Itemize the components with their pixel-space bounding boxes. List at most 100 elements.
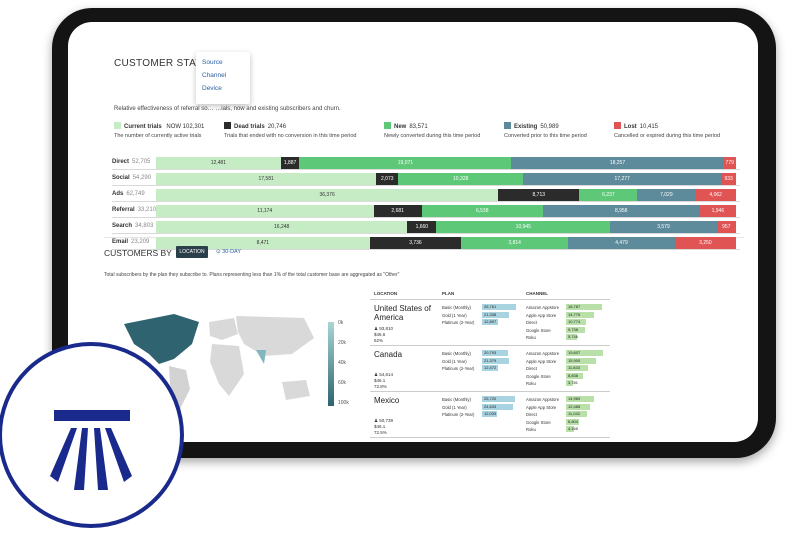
country-stat: 72.8% [374,384,387,389]
legend-item: Dead trials 20,746 [224,122,286,130]
channel-bar: 19,607 [566,350,604,356]
channel-item: Direct 11,833 [526,365,606,373]
logo-bar [54,410,130,421]
plan-item: Platinum (2-Year) 12,033 [442,411,522,419]
bar-segment-new[interactable]: 3,814 [461,237,569,249]
row-label: Ads 62,749 [112,191,145,197]
bar-segment-dead[interactable]: 8,713 [498,189,580,201]
bar-segment-exist[interactable]: 17,277 [523,173,722,185]
plan-bar: 20,793 [482,350,509,356]
plan-label: Basic (Monthly) [442,351,471,356]
bar-segment-new[interactable]: 10,945 [436,221,611,233]
bar-segment-exist[interactable]: 3,579 [610,221,717,233]
bar-segment-trial[interactable]: 36,376 [156,189,499,201]
plan-label: Gold (1 Year) [442,358,467,364]
europe-shape [209,318,238,340]
bar-segment-exist[interactable]: 18,257 [511,157,724,169]
bar-segment-exist[interactable]: 8,958 [542,205,700,217]
country-name: Mexico [374,396,400,405]
channel-label: Amazon Appstore [526,397,560,402]
bar-segment-lost[interactable]: 779 [723,157,736,169]
country-stat: 62% [374,338,384,343]
legend-value: 20,746 [267,124,287,130]
country-row[interactable]: Mexico ♟ 50,739 $46.1 72.5% Basic (Monthly) 2… [370,392,610,438]
legend-item: Lost 10,415 [614,122,658,130]
channel-label: Roku [526,335,536,340]
bar-segment-lost[interactable]: 1,946 [699,205,736,217]
channel-item: Apple App Store 14,776 [526,311,606,320]
section-title: CUSTOMERS BY [104,248,172,258]
channel-list: Amazon Appstore 19,607 Apple App Store 15,9… [526,350,606,388]
status-legend: Current trials NOW 102,301 The number of … [114,122,734,146]
channel-bar: 10,774 [566,319,587,325]
channel-list: Amazon Appstore 18,787 Apple App Store 14,7… [526,304,606,342]
legend-swatch [224,122,231,129]
bar-segment-dead[interactable]: 3,736 [369,237,462,249]
channel-item: Google Store 6,804 [526,418,606,427]
status-row[interactable]: Social 54,290 17,581 2,073 10,328 17,277 933 [112,172,740,186]
status-row[interactable]: Ads 62,749 36,376 8,713 6,237 7,029 4,062 [112,188,740,202]
channel-label: Roku [526,381,536,386]
channel-label: Google Store [526,373,551,379]
bar-segment-lost[interactable]: 3,250 [674,237,736,249]
channel-bar: 11,042 [566,411,587,417]
header-channel: CHANNEL [526,291,548,296]
bar-segment-exist[interactable]: 4,479 [568,237,675,249]
plan-label: Basic (Monthly) [442,397,471,402]
channel-label: Apple App Store [526,404,557,410]
bar-segment-new[interactable]: 6,538 [421,205,543,217]
dropdown-item-source[interactable]: Source [196,56,250,69]
status-row[interactable]: Referral 33,210 11,174 2,681 6,538 8,958 1,946 [112,204,740,218]
legend-swatch [504,122,511,129]
plan-list: Basic (Monthly) 20,793 Gold (1 Year) 21,379… [442,350,522,373]
country-row[interactable]: Canada ♟ 54,614 $46.1 72.8% Basic (Monthly) 2… [370,346,610,392]
channel-item: Amazon Appstore 14,969 [526,396,606,404]
tab-30-day[interactable]: ⊙ 30-DAY [216,249,241,255]
country-row[interactable]: United States of America ♟ 93,810 $46.6 62%… [370,300,610,346]
legend-swatch [114,122,121,129]
bar-segment-exist[interactable]: 7,029 [637,189,696,201]
plan-bar: 12,897 [482,319,499,325]
legend-item: New 83,571 [384,122,428,130]
bar-segment-lost[interactable]: 933 [721,173,736,185]
channel-item: Roku 5,746 [526,334,606,342]
bar-segment-new[interactable]: 6,237 [579,189,638,201]
bar-segment-trial[interactable]: 16,248 [156,221,408,233]
plan-item: Platinum (2-Year) 12,472 [442,365,522,373]
bar-segment-lost[interactable]: 4,062 [695,189,736,201]
row-label: Direct 52,705 [112,159,151,165]
bar-segment-dead[interactable]: 2,073 [376,173,399,185]
bar-segment-trial[interactable]: 17,581 [156,173,377,185]
plan-label: Platinum (2-Year) [442,366,475,371]
status-row[interactable]: Search 34,803 16,248 1,660 10,945 3,579 957 [112,220,740,234]
channel-item: Apple App Store 15,900 [526,357,606,366]
row-total: 34,803 [135,223,154,229]
dropdown-item-channel[interactable]: Channel [196,69,250,82]
dropdown-item-device[interactable]: Device [196,82,250,95]
bar-segment-dead[interactable]: 1,887 [280,157,300,169]
bar-segment-new[interactable]: 10,328 [398,173,524,185]
channel-bar: 9,738 [566,326,585,333]
channel-bar: 12,485 [566,403,590,410]
brand-logo-badge [0,342,184,528]
bar-segment-trial[interactable]: 11,174 [156,205,374,217]
group-by-dropdown[interactable]: Source Channel Device [196,52,250,104]
channel-item: Google Store 9,738 [526,326,606,335]
channel-bar: 4,165 [566,426,579,432]
bar-segment-dead[interactable]: 2,681 [373,205,422,217]
tab-location[interactable]: LOCATION [176,246,208,258]
bar-segment-trial[interactable]: 12,481 [156,157,281,169]
location-table: LOCATION PLAN CHANNEL United States of A… [370,288,610,438]
legend-name: Lost [624,124,637,130]
bar-segment-dead[interactable]: 1,660 [407,221,437,233]
legend-name: Dead trials [234,124,265,130]
channel-label: Roku [526,427,536,432]
status-row[interactable]: Direct 52,705 12,481 1,887 19,071 18,257 779 [112,156,740,170]
plan-label: Gold (1 Year) [442,312,467,318]
bar-segment-lost[interactable]: 957 [716,221,736,233]
plan-item: Gold (1 Year) 24,633 [442,403,522,412]
country-stat: 72.5% [374,430,387,435]
channel-item: Apple App Store 12,485 [526,403,606,412]
bar-segment-new[interactable]: 19,071 [299,157,512,169]
channel-bar: 11,833 [566,365,589,371]
